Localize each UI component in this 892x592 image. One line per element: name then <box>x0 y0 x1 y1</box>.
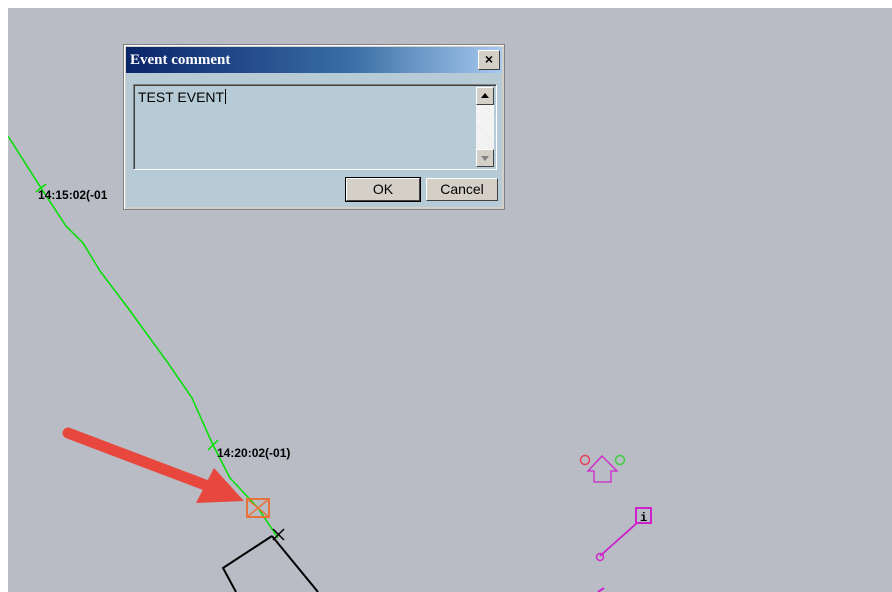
waypoint-symbol[interactable] <box>579 454 626 483</box>
magenta-fragment <box>597 587 605 592</box>
cancel-button[interactable]: Cancel <box>426 178 498 201</box>
info-icon: i <box>640 511 647 525</box>
track-time-label: 14:20:02(-01) <box>217 446 291 460</box>
ok-button[interactable]: OK <box>345 177 421 202</box>
triangle-up-icon <box>481 93 489 98</box>
dialog-titlebar[interactable]: Event comment × <box>126 47 502 73</box>
close-button[interactable]: × <box>478 50 500 70</box>
event-marker-icon[interactable] <box>246 498 270 518</box>
annotation-arrow <box>62 427 244 503</box>
scroll-up-button[interactable] <box>476 87 494 105</box>
triangle-down-icon <box>481 156 489 161</box>
close-icon: × <box>484 51 494 67</box>
dialog-title: Event comment <box>130 52 231 68</box>
aircraft-outline[interactable] <box>221 528 319 592</box>
text-caret <box>225 89 227 104</box>
scroll-down-button[interactable] <box>476 149 494 167</box>
comment-text: TEST EVENT <box>138 89 227 105</box>
info-marker[interactable]: i <box>595 507 652 562</box>
track-time-label: 14:15:02(-01 <box>38 188 108 202</box>
dialog-body: TEST EVENT OK Cancel <box>126 73 502 207</box>
event-comment-dialog: Event comment × TEST EVENT OK Cancel <box>123 44 505 210</box>
comment-textarea[interactable]: TEST EVENT <box>133 84 497 170</box>
comment-scrollbar[interactable] <box>476 87 494 167</box>
